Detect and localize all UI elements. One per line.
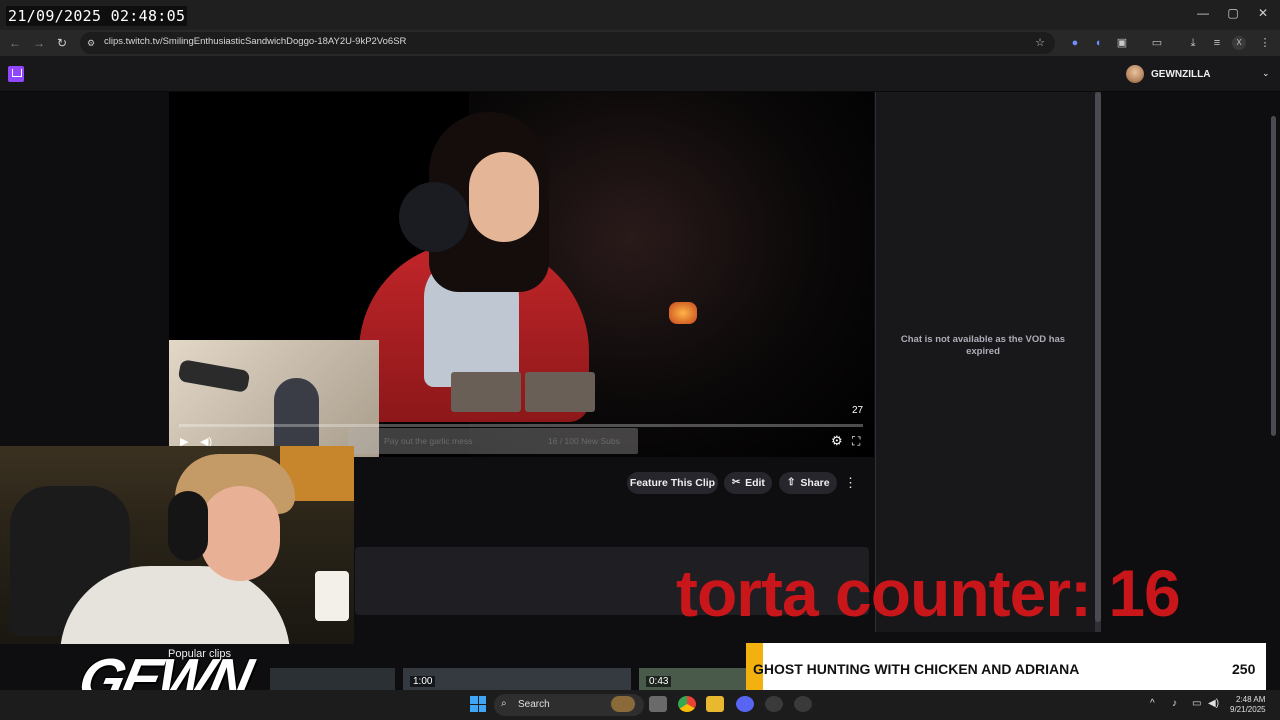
torta-counter: torta counter: 16: [676, 556, 1181, 630]
webcam-headphones: [168, 491, 208, 561]
taskbar-time[interactable]: 2:48 AM: [1236, 695, 1265, 704]
reload-icon[interactable]: ↻: [53, 34, 71, 52]
avatar[interactable]: [1126, 65, 1144, 83]
banner-number: 250: [1232, 661, 1256, 677]
profile-icon[interactable]: X: [1232, 36, 1246, 50]
streamer-webcam: [0, 446, 354, 644]
chat-unavailable-message: Chat is not available as the VOD has exp…: [900, 334, 1066, 357]
scissors-icon: ✂: [732, 477, 741, 488]
share-icon: ⇧: [787, 477, 796, 488]
sub-goal-text: Pay out the garlic mess: [384, 436, 473, 446]
download-icon[interactable]: ⤓: [1184, 34, 1202, 52]
display-icon[interactable]: ▭: [1192, 698, 1201, 709]
video-thumbnail: [525, 372, 595, 412]
site-info-icon[interactable]: ⚙: [82, 34, 100, 52]
share-button[interactable]: ⇧ Share: [779, 472, 837, 494]
back-icon[interactable]: ←: [6, 34, 24, 52]
saturn-widget-icon[interactable]: [611, 696, 635, 712]
progress-bar[interactable]: [179, 424, 863, 427]
tab-search-icon[interactable]: ▭: [1148, 34, 1166, 52]
webcam-mic-arm: [177, 359, 251, 393]
edit-label: Edit: [745, 477, 765, 489]
search-icon: ⌕: [501, 698, 507, 709]
chevron-down-icon[interactable]: ⌄: [1262, 68, 1270, 79]
clip-duration: 0:43: [646, 676, 672, 687]
gear-icon[interactable]: ⚙: [831, 433, 843, 449]
menu-icon[interactable]: ⋮: [1256, 34, 1274, 52]
right-pane: [1101, 92, 1280, 632]
obs-icon[interactable]: [765, 696, 783, 712]
maximize-button[interactable]: ▢: [1218, 6, 1248, 20]
clip-thumbnail[interactable]: [403, 668, 631, 690]
taskbar-date[interactable]: 9/21/2025: [1230, 705, 1266, 714]
stream-timestamp: 21/09/2025 02:48:05: [6, 6, 188, 26]
share-label: Share: [800, 477, 830, 489]
windows-start-icon[interactable]: [470, 696, 486, 712]
feature-clip-button[interactable]: Feature This Clip: [627, 472, 718, 494]
minimize-button[interactable]: —: [1188, 6, 1218, 20]
twitch-logo-icon[interactable]: [8, 66, 24, 82]
window-scrollbar[interactable]: [1271, 116, 1276, 436]
chat-panel: [875, 92, 1095, 632]
more-options-icon[interactable]: ⋮: [844, 475, 857, 491]
audio-icon[interactable]: ◖: [1089, 34, 1107, 52]
puzzle-icon[interactable]: ▣: [1113, 34, 1131, 52]
video-counter: 27: [852, 405, 864, 416]
close-window-button[interactable]: ✕: [1248, 6, 1278, 20]
video-lantern: [669, 302, 697, 324]
taskbar-search-label: Search: [518, 699, 550, 710]
file-explorer-icon[interactable]: [706, 696, 724, 712]
tray-chevron-icon[interactable]: ^: [1150, 698, 1155, 709]
username[interactable]: GEWNZILLA: [1151, 69, 1210, 80]
speaker-icon[interactable]: ◀): [1208, 698, 1219, 709]
edit-button[interactable]: ✂ Edit: [724, 472, 772, 494]
video-microphone: [399, 182, 469, 252]
forward-icon[interactable]: →: [30, 34, 48, 52]
video-thumbnail: [451, 372, 521, 412]
extension-icon[interactable]: ●: [1066, 34, 1084, 52]
webcam-person-face: [200, 486, 280, 581]
webcam-cup: [315, 571, 349, 621]
url-text[interactable]: clips.twitch.tv/SmilingEnthusiasticSandw…: [104, 36, 406, 47]
clip-thumbnail[interactable]: [270, 668, 395, 690]
task-view-icon[interactable]: [649, 696, 667, 712]
star-icon[interactable]: ☆: [1031, 34, 1049, 52]
video-streamer-face: [469, 152, 539, 242]
chrome-icon[interactable]: [678, 696, 696, 712]
microphone-icon[interactable]: ♪: [1172, 698, 1177, 709]
discord-icon[interactable]: [736, 696, 754, 712]
twitch-top-nav: [0, 56, 1280, 92]
reading-list-icon[interactable]: ≡: [1208, 34, 1226, 52]
browser-tab-bar: [0, 0, 1280, 30]
banner-title: GHOST HUNTING WITH CHICKEN AND ADRIANA: [753, 661, 1080, 677]
fullscreen-icon[interactable]: ⛶: [852, 434, 860, 449]
clip-duration: 1:00: [410, 676, 436, 687]
media-player-icon[interactable]: [794, 696, 812, 712]
sub-goal-count: 16 / 100 New Subs: [548, 436, 620, 446]
